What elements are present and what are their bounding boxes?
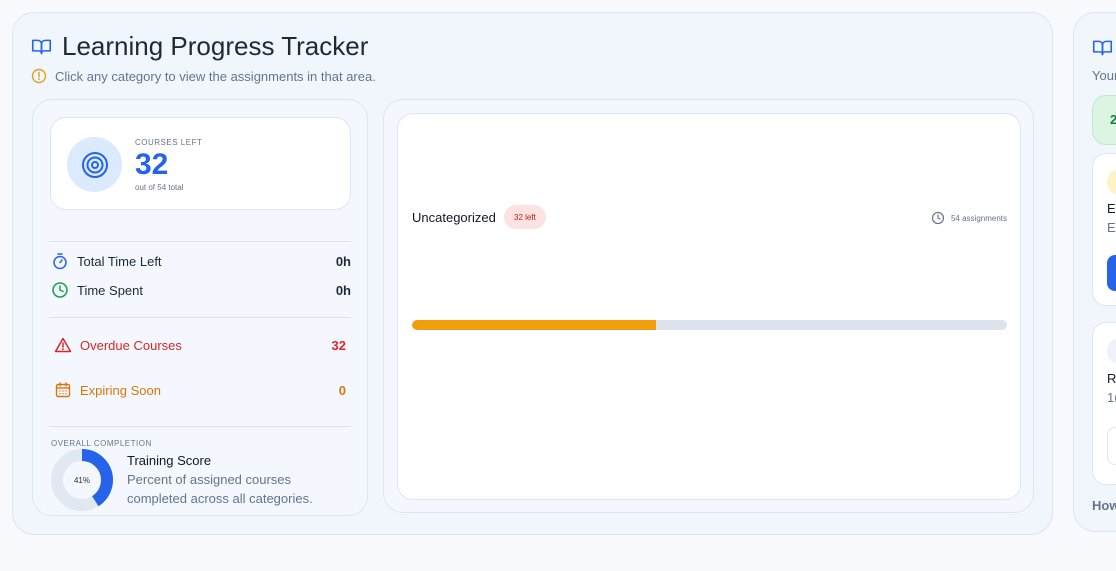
side-card-1[interactable]: E E xyxy=(1092,153,1116,306)
summary-panel: COURSES LEFT 32 out of 54 total Total Ti… xyxy=(32,99,368,516)
category-remaining-badge: 32 left xyxy=(504,205,546,229)
book-open-icon xyxy=(31,39,52,55)
expiring-soon-value: 0 xyxy=(338,382,346,398)
divider xyxy=(49,241,351,242)
side-card-partial: Your 2 E E R 1( How xyxy=(1073,12,1116,532)
side-card-2-sub: 1( xyxy=(1107,390,1116,405)
completion-percent: 41% xyxy=(73,475,90,485)
side-card-2-button[interactable] xyxy=(1107,427,1116,465)
hint: Click any category to view the assignmen… xyxy=(31,68,376,84)
category-progress-fill xyxy=(412,320,656,330)
divider xyxy=(49,317,351,318)
target-icon xyxy=(81,151,108,178)
courses-left-card: COURSES LEFT 32 out of 54 total xyxy=(50,117,351,210)
expiring-soon-label: Expiring Soon xyxy=(80,382,161,398)
side-card-1-sub: E xyxy=(1107,220,1116,235)
time-spent-value: 0h xyxy=(335,282,351,298)
hint-text: Click any category to view the assignmen… xyxy=(55,68,376,84)
overdue-courses-label: Overdue Courses xyxy=(80,337,182,353)
category-assignment-count: 54 assignments xyxy=(950,213,1007,223)
time-spent-row: Time Spent 0h xyxy=(51,281,351,299)
category-progress-track xyxy=(412,320,1007,330)
category-name: Uncategorized xyxy=(412,210,496,225)
warning-triangle-icon xyxy=(54,336,72,354)
header: Learning Progress Tracker xyxy=(31,31,368,62)
courses-left-value: 32 xyxy=(135,148,169,181)
target-icon-circle xyxy=(67,137,122,192)
training-score-title: Training Score xyxy=(127,453,212,468)
courses-left-label: COURSES LEFT xyxy=(135,138,203,147)
overdue-courses-row[interactable]: Overdue Courses 32 xyxy=(54,336,346,354)
progress-tracker-card: Learning Progress Tracker Click any cate… xyxy=(12,12,1053,535)
side-card-1-button[interactable] xyxy=(1107,255,1116,291)
side-green-badge: 2 xyxy=(1092,95,1116,145)
side-card-1-icon xyxy=(1107,168,1116,196)
info-circle-icon xyxy=(31,68,47,84)
book-open-icon xyxy=(1092,40,1113,56)
side-footer-fragment: How xyxy=(1092,498,1116,513)
total-time-left-value: 0h xyxy=(335,253,351,269)
category-card-uncategorized[interactable]: Uncategorized 32 left 54 assignments xyxy=(397,113,1021,500)
overdue-courses-value: 32 xyxy=(331,337,346,353)
divider xyxy=(49,426,351,427)
category-meta: 54 assignments xyxy=(931,211,1007,225)
page-title: Learning Progress Tracker xyxy=(62,31,369,61)
clock-icon xyxy=(51,281,69,299)
total-time-left-label: Total Time Left xyxy=(77,253,162,269)
calendar-icon xyxy=(54,381,72,399)
time-spent-label: Time Spent xyxy=(77,282,143,298)
side-card-2-title: R xyxy=(1107,371,1116,386)
side-card-2[interactable]: R 1( xyxy=(1092,322,1116,485)
side-hint-fragment: Your xyxy=(1092,68,1116,83)
side-card-1-title: E xyxy=(1107,201,1116,216)
side-card-2-icon xyxy=(1107,337,1116,365)
categories-panel: Uncategorized 32 left 54 assignments xyxy=(383,99,1034,513)
overall-completion-label: OVERALL COMPLETION xyxy=(51,439,152,448)
stopwatch-icon xyxy=(51,252,69,270)
total-time-left-row: Total Time Left 0h xyxy=(51,252,351,270)
side-green-badge-text: 2 xyxy=(1110,112,1116,127)
clock-icon xyxy=(931,211,945,225)
expiring-soon-row[interactable]: Expiring Soon 0 xyxy=(54,381,346,399)
training-score-description: Percent of assigned courses completed ac… xyxy=(127,472,313,506)
courses-left-total: out of 54 total xyxy=(135,183,184,192)
